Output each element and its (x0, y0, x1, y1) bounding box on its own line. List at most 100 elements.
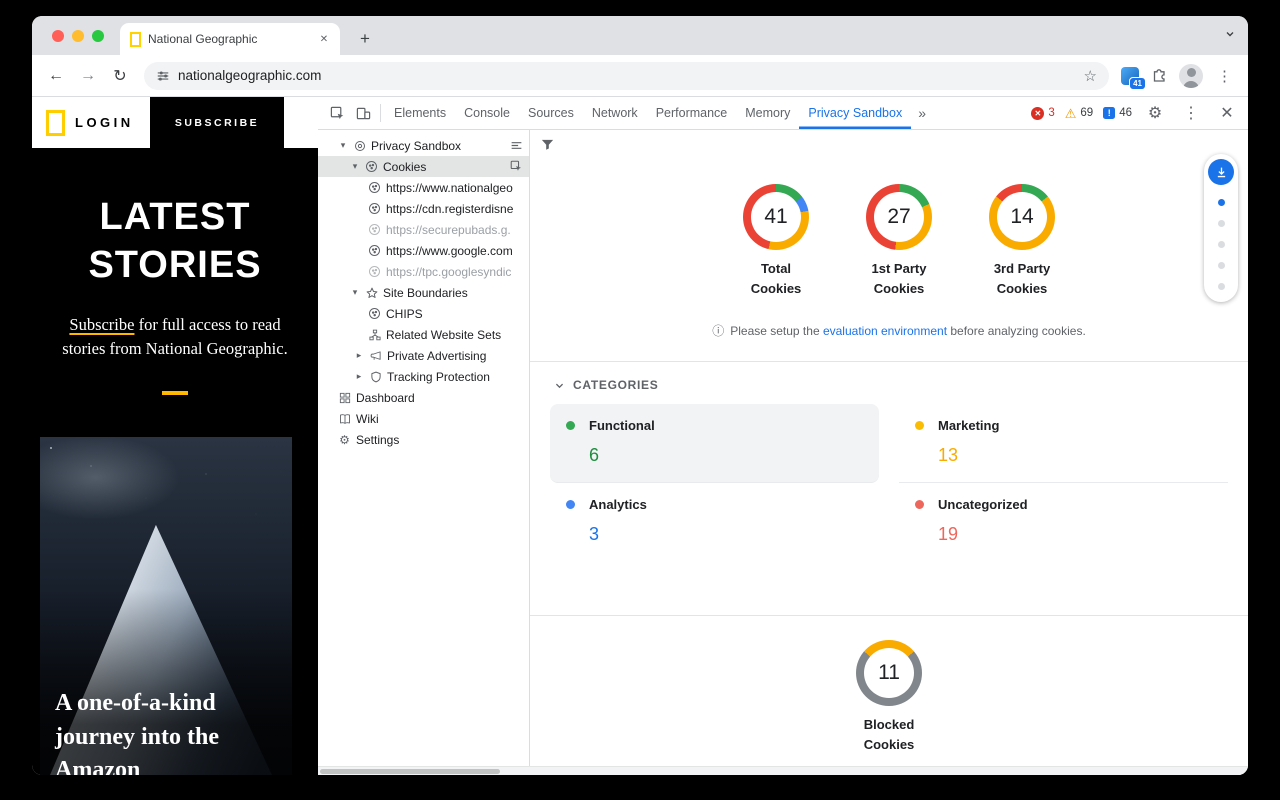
profile-avatar[interactable] (1179, 64, 1203, 88)
category-card-uncategorized[interactable]: Uncategorized 19 (899, 483, 1228, 561)
tree-label: https://tpc.googlesyndic (386, 265, 511, 279)
category-count: 6 (589, 445, 863, 466)
info-text: Please setup the evaluation environment … (730, 324, 1086, 338)
tab-memory[interactable]: Memory (736, 97, 799, 129)
tree-item-cookie-url[interactable]: https://www.nationalgeo (318, 177, 529, 198)
url-bar[interactable]: nationalgeographic.com ☆ (144, 62, 1109, 90)
download-report-button[interactable] (1208, 159, 1234, 185)
tab-performance[interactable]: Performance (647, 97, 737, 129)
donut-ring: 14 (989, 184, 1055, 250)
issues-counter[interactable]: ! 46 (1103, 107, 1132, 119)
subscribe-link[interactable]: Subscribe (69, 315, 134, 334)
devtools-body: ▾ Privacy Sandbox ▾ Cookies (318, 130, 1248, 775)
tree-item-cookie-url[interactable]: https://cdn.registerdisne (318, 198, 529, 219)
warning-icon: ⚠ (1065, 107, 1077, 120)
tab-title: National Geographic (148, 32, 309, 46)
tree-item-settings[interactable]: ⚙ Settings (318, 429, 529, 450)
tab-console[interactable]: Console (455, 97, 519, 129)
tree-label: Wiki (356, 412, 379, 426)
reload-button[interactable]: ↻ (106, 62, 134, 90)
section-dot[interactable] (1218, 220, 1225, 227)
sitemap-icon (368, 328, 381, 341)
close-window-button[interactable] (52, 30, 64, 42)
tab-search-chevron-icon[interactable] (1224, 28, 1236, 40)
expander-right-icon[interactable]: ▸ (354, 371, 364, 382)
tree-item-tracking-protection[interactable]: ▸ Tracking Protection (318, 366, 529, 387)
tab-sources[interactable]: Sources (519, 97, 583, 129)
tree-overflow-icon[interactable] (510, 139, 523, 152)
devtools-toolbar: Elements Console Sources Network Perform… (318, 97, 1248, 130)
section-dot[interactable] (1218, 262, 1225, 269)
horizontal-scrollbar[interactable] (318, 766, 1248, 775)
back-button[interactable]: ← (42, 62, 70, 90)
tree-item-cookies[interactable]: ▾ Cookies (318, 156, 529, 177)
tree-item-cookie-url[interactable]: https://tpc.googlesyndic (318, 261, 529, 282)
zoom-window-button[interactable] (92, 30, 104, 42)
category-card-functional[interactable]: Functional 6 (550, 404, 879, 483)
tree-item-private-advertising[interactable]: ▸ Private Advertising (318, 345, 529, 366)
section-dot[interactable] (1218, 199, 1225, 206)
login-button[interactable]: LOGIN (75, 115, 134, 130)
filter-funnel-icon[interactable] (540, 137, 1248, 152)
section-dot[interactable] (1218, 241, 1225, 248)
tab-elements[interactable]: Elements (385, 97, 455, 129)
donut-label: Blocked Cookies (530, 715, 1248, 754)
error-counter[interactable]: ✕ 3 (1031, 107, 1054, 120)
donut-label: Total Cookies (743, 259, 809, 298)
inspect-cursor-icon[interactable] (510, 160, 523, 173)
more-tabs-icon[interactable]: » (911, 105, 933, 121)
expander-down-icon[interactable]: ▾ (350, 161, 360, 172)
category-card-marketing[interactable]: Marketing 13 (899, 404, 1228, 483)
browser-tab[interactable]: National Geographic ✕ (120, 23, 340, 55)
tab-network[interactable]: Network (583, 97, 647, 129)
browser-menu-icon[interactable]: ⋮ (1215, 67, 1234, 85)
tab-privacy-sandbox[interactable]: Privacy Sandbox (799, 97, 911, 129)
tree-item-chips[interactable]: CHIPS (318, 303, 529, 324)
site-boundaries-icon (365, 286, 378, 299)
scrollbar-thumb[interactable] (320, 769, 500, 774)
donut-ring: 27 (866, 184, 932, 250)
tree-item-wiki[interactable]: Wiki (318, 408, 529, 429)
tree-item-related-website-sets[interactable]: Related Website Sets (318, 324, 529, 345)
cookie-icon (368, 202, 381, 215)
expander-down-icon[interactable]: ▾ (338, 140, 348, 151)
caption-line3: Amazon (55, 754, 219, 775)
tree-item-dashboard[interactable]: Dashboard (318, 387, 529, 408)
warning-count: 69 (1080, 107, 1093, 119)
tree-item-cookie-url[interactable]: https://www.google.com (318, 240, 529, 261)
categories-header[interactable]: CATEGORIES (530, 362, 1248, 404)
minimize-window-button[interactable] (72, 30, 84, 42)
tree-item-privacy-sandbox[interactable]: ▾ Privacy Sandbox (318, 135, 529, 156)
expander-down-icon[interactable]: ▾ (350, 287, 360, 298)
categories-title: CATEGORIES (573, 378, 658, 392)
forward-button[interactable]: → (74, 62, 102, 90)
device-toolbar-icon[interactable] (350, 100, 376, 126)
privacy-sandbox-tree: ▾ Privacy Sandbox ▾ Cookies (318, 130, 530, 775)
site-settings-icon[interactable] (156, 69, 170, 83)
category-card-analytics[interactable]: Analytics 3 (550, 483, 879, 561)
headline-line1: LATEST (32, 194, 318, 242)
devtools-settings-icon[interactable]: ⚙ (1142, 100, 1168, 126)
expander-right-icon[interactable]: ▸ (354, 350, 364, 361)
tab-close-icon[interactable]: ✕ (316, 31, 332, 47)
extension-area: 41 ⋮ (1119, 64, 1238, 88)
devtools-close-icon[interactable]: ✕ (1214, 100, 1240, 126)
inspect-element-icon[interactable] (324, 100, 350, 126)
devtools-panel: Elements Console Sources Network Perform… (318, 97, 1248, 775)
natgeo-logo-icon[interactable] (46, 110, 65, 136)
bookmark-star-icon[interactable]: ☆ (1084, 67, 1097, 85)
new-tab-button[interactable]: + (352, 26, 378, 52)
cookie-icon (365, 160, 378, 173)
cookie-extension-icon[interactable]: 41 (1121, 67, 1139, 85)
headline-line2: STORIES (32, 242, 318, 290)
extensions-puzzle-icon[interactable] (1151, 68, 1167, 84)
subscribe-button[interactable]: SUBSCRIBE (150, 97, 284, 148)
traffic-lights (52, 30, 104, 42)
warning-counter[interactable]: ⚠ 69 (1065, 107, 1093, 120)
tree-item-cookie-url[interactable]: https://securepubads.g. (318, 219, 529, 240)
promo-text: Subscribe for full access to read storie… (32, 313, 318, 361)
evaluation-environment-link[interactable]: evaluation environment (823, 324, 947, 338)
devtools-menu-icon[interactable]: ⋮ (1178, 100, 1204, 126)
tree-item-site-boundaries[interactable]: ▾ Site Boundaries (318, 282, 529, 303)
section-dot[interactable] (1218, 283, 1225, 290)
